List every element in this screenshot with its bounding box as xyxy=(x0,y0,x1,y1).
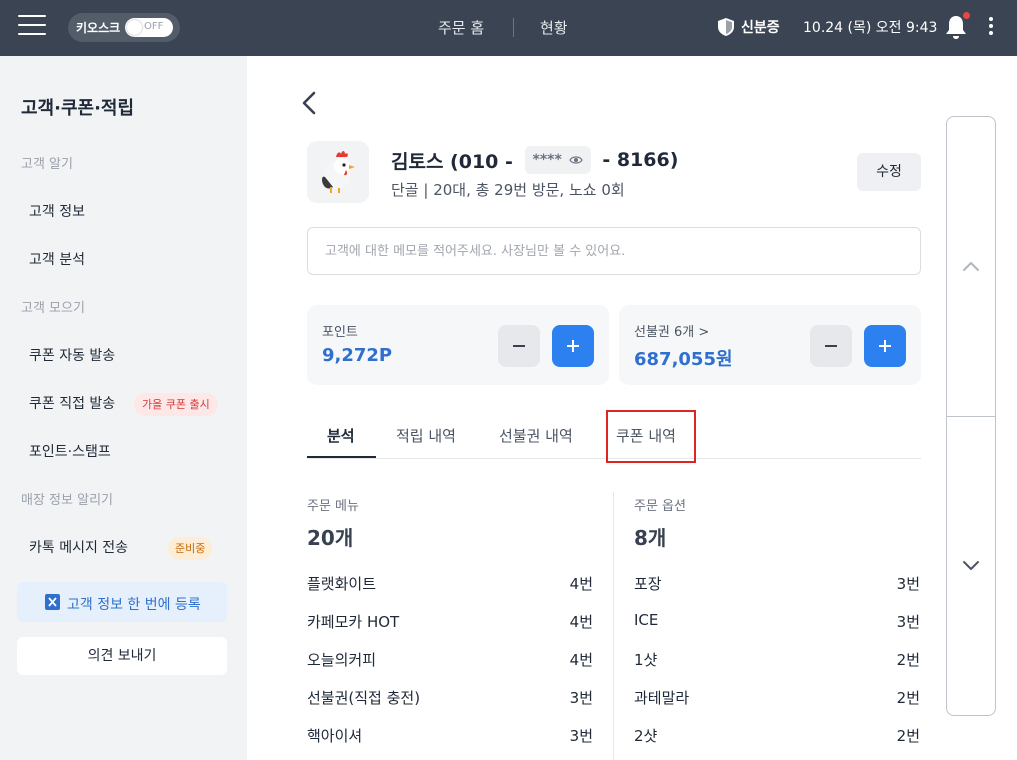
option-row-name: 1샷 xyxy=(634,651,658,669)
prepaid-minus-button[interactable] xyxy=(810,325,852,367)
menu-row-name: 핵아이셔 xyxy=(307,727,363,745)
back-icon[interactable] xyxy=(300,91,318,115)
eye-icon xyxy=(569,156,583,164)
scroll-up-icon[interactable] xyxy=(962,260,980,272)
scroll-down-icon[interactable] xyxy=(962,560,980,572)
sidebar-title: 고객·쿠폰·적립 xyxy=(21,98,135,119)
rooster-icon xyxy=(322,151,355,193)
send-feedback-button[interactable]: 의견 보내기 xyxy=(17,637,227,675)
sidebar-item-coupon-direct[interactable]: 쿠폰 직접 발송 xyxy=(29,393,115,413)
menu-row-name: 선불권(직접 충전) xyxy=(307,689,421,707)
top-bar: 키오스크 OFF 주문 홈 현황 신분증 10.24 (목) 오전 9:43 xyxy=(0,0,1017,56)
sidebar-item-customer-info[interactable]: 고객 정보 xyxy=(29,201,85,221)
customer-summary: 단골 | 20대, 총 29번 방문, 노쇼 0회 xyxy=(391,181,625,199)
menu-row-count: 3번 xyxy=(569,727,593,745)
preparing-badge: 준비중 xyxy=(168,537,213,560)
menu-count: 20개 xyxy=(307,526,354,550)
sidebar-section-store: 매장 정보 알리기 xyxy=(21,493,113,508)
tab-prepaid-history[interactable]: 선불권 내역 xyxy=(499,425,573,446)
menu-title: 주문 메뉴 xyxy=(307,499,359,514)
customer-name-prefix: 김토스 (010 - xyxy=(391,150,513,173)
customer-name: 김토스 (010 - **** - 8166) xyxy=(391,146,678,174)
coupon-tab-highlight xyxy=(606,410,696,463)
column-divider xyxy=(613,492,614,760)
menu-row-name: 카페모카 HOT xyxy=(307,613,400,631)
sidebar-section-know: 고객 알기 xyxy=(21,157,73,172)
kiosk-state: OFF xyxy=(144,21,164,32)
datetime: 10.24 (목) 오전 9:43 xyxy=(803,20,938,36)
register-customers-button[interactable]: 고객 정보 한 번에 등록 xyxy=(17,582,227,622)
sidebar-item-coupon-auto[interactable]: 쿠폰 자동 발송 xyxy=(29,345,115,365)
menu-icon[interactable] xyxy=(18,15,46,37)
points-label: 포인트 xyxy=(322,325,358,340)
more-icon[interactable] xyxy=(989,17,995,37)
points-value: 9,272P xyxy=(322,345,393,366)
prepaid-plus-button[interactable] xyxy=(864,325,906,367)
points-plus-button[interactable] xyxy=(552,325,594,367)
prepaid-card: 선불권 6개 > 687,055원 xyxy=(619,305,921,385)
prepaid-value: 687,055원 xyxy=(634,349,733,370)
masked-phone-toggle[interactable]: **** xyxy=(524,146,591,174)
kiosk-switch-knob xyxy=(127,20,142,35)
option-row-name: 2샷 xyxy=(634,727,658,745)
avatar xyxy=(307,141,369,203)
nav-divider xyxy=(513,18,514,37)
active-tab-indicator xyxy=(307,456,376,458)
menu-row-count: 3번 xyxy=(569,689,593,707)
option-row-count: 3번 xyxy=(896,575,920,593)
sidebar-item-kakao-message[interactable]: 카톡 메시지 전송 xyxy=(29,537,128,557)
excel-icon xyxy=(45,594,60,610)
menu-row-name: 오늘의커피 xyxy=(307,651,377,669)
new-coupon-badge: 가을 쿠폰 출시 xyxy=(134,393,218,416)
prepaid-label[interactable]: 선불권 6개 > xyxy=(634,321,709,340)
menu-row-count: 4번 xyxy=(569,575,593,593)
points-card: 포인트 9,272P xyxy=(307,305,609,385)
options-count: 8개 xyxy=(634,526,667,550)
option-row-count: 2번 xyxy=(896,651,920,669)
nav-status[interactable]: 현황 xyxy=(540,17,568,38)
menu-row-count: 4번 xyxy=(569,651,593,669)
sidebar-item-customer-analysis[interactable]: 고객 분석 xyxy=(29,249,85,269)
menu-row-name: 플랫화이트 xyxy=(307,575,377,593)
sidebar-section-gather: 고객 모으기 xyxy=(21,301,85,316)
points-minus-button[interactable] xyxy=(498,325,540,367)
option-row-name: 과테말라 xyxy=(634,689,690,707)
customer-name-suffix: - 8166) xyxy=(602,149,679,171)
option-row-name: 포장 xyxy=(634,575,662,593)
tab-analysis[interactable]: 분석 xyxy=(327,425,355,446)
page-scroller xyxy=(946,116,996,716)
shield-icon xyxy=(718,18,734,36)
option-row-name: ICE xyxy=(634,611,659,629)
memo-input[interactable] xyxy=(307,227,921,275)
option-row-count: 2번 xyxy=(896,727,920,745)
kiosk-switch[interactable]: OFF xyxy=(125,18,173,37)
scroller-divider xyxy=(947,416,995,417)
register-customers-label: 고객 정보 한 번에 등록 xyxy=(67,597,201,613)
tab-points-history[interactable]: 적립 내역 xyxy=(396,425,456,446)
menu-row-count: 4번 xyxy=(569,613,593,631)
options-title: 주문 옵션 xyxy=(634,499,686,514)
send-feedback-label: 의견 보내기 xyxy=(87,648,157,664)
sidebar-item-point-stamp[interactable]: 포인트·스탬프 xyxy=(29,441,111,461)
masked-phone: **** xyxy=(532,152,562,168)
edit-button[interactable]: 수정 xyxy=(857,153,921,191)
id-verify-button[interactable]: 신분증 xyxy=(741,17,780,37)
option-row-count: 2번 xyxy=(896,689,920,707)
notification-dot xyxy=(963,12,970,19)
option-row-count: 3번 xyxy=(896,613,920,631)
kiosk-label: 키오스크 xyxy=(76,21,121,35)
nav-order-home[interactable]: 주문 홈 xyxy=(438,17,484,38)
sidebar: 고객·쿠폰·적립 고객 알기 고객 정보 고객 분석 고객 모으기 쿠폰 자동 … xyxy=(0,56,247,760)
kiosk-toggle[interactable]: 키오스크 OFF xyxy=(68,13,180,42)
